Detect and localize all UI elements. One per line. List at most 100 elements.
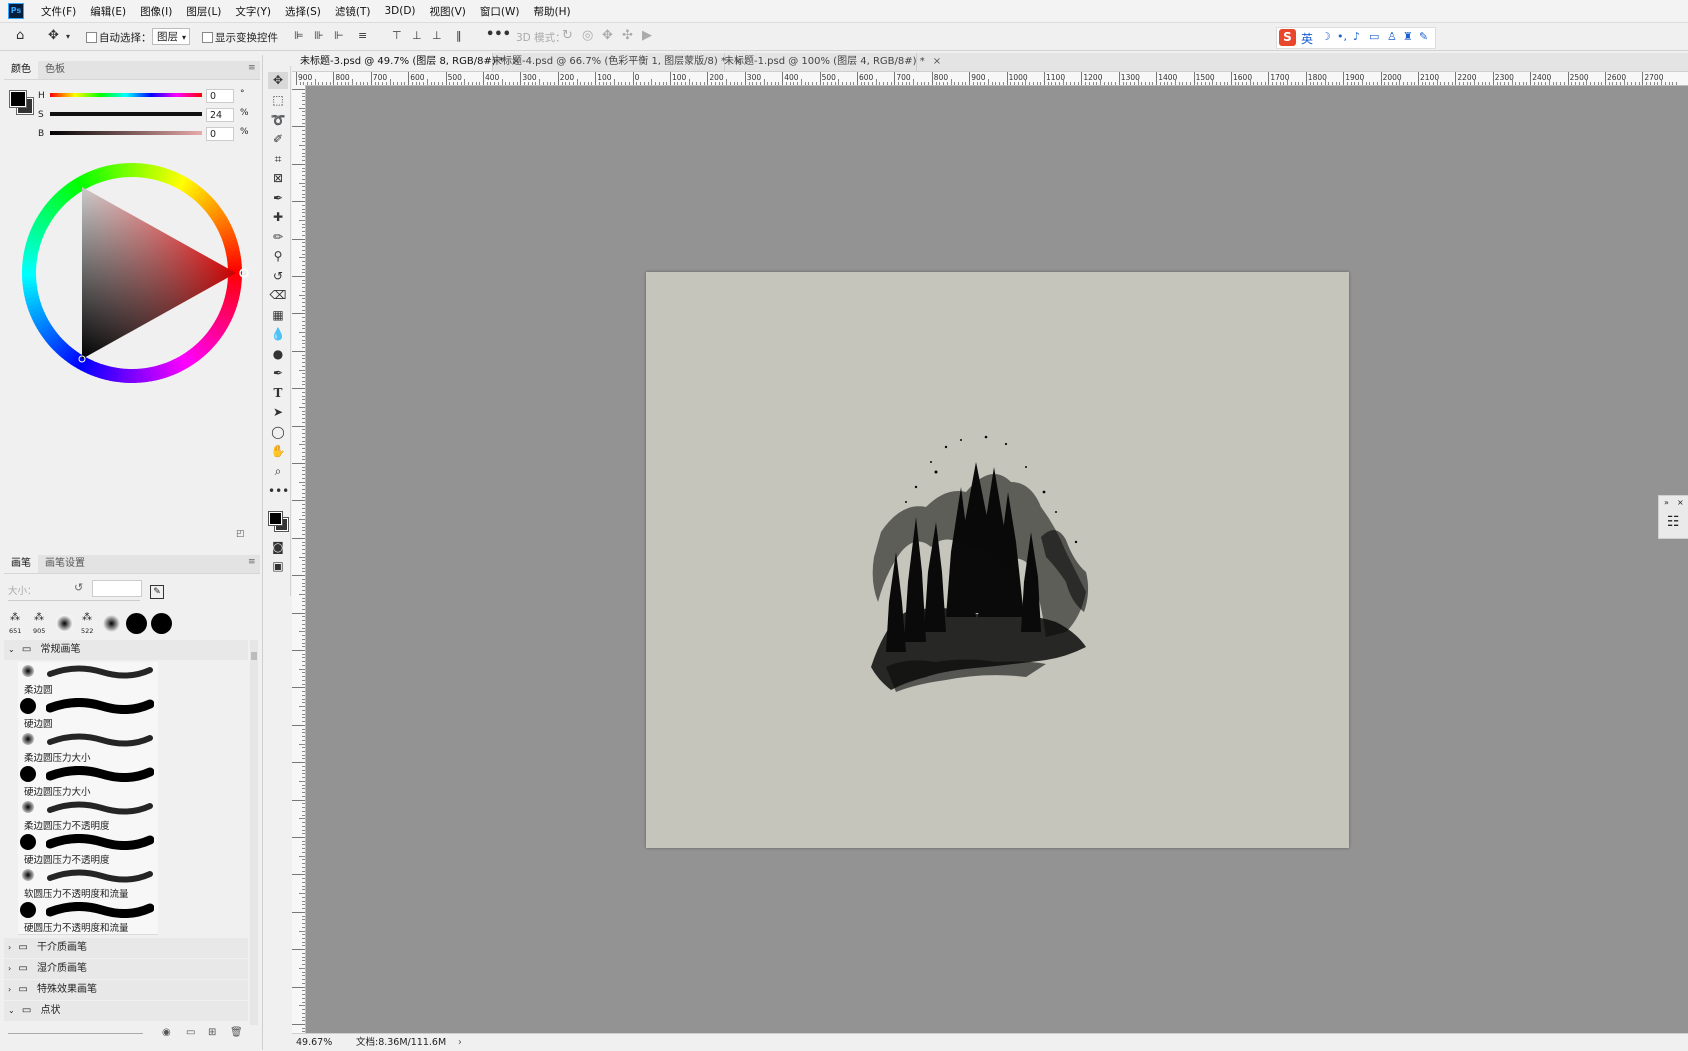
brush-preset[interactable]: ⁂ 651 bbox=[6, 612, 28, 636]
path-select-icon[interactable]: ➤ bbox=[268, 404, 288, 421]
foreground-color-swatch[interactable] bbox=[268, 511, 283, 526]
eye-icon[interactable]: ◉ bbox=[162, 1027, 171, 1038]
brush-size-input[interactable] bbox=[92, 580, 142, 597]
properties-icon[interactable]: ☷ bbox=[1667, 514, 1680, 530]
ellipse-tool-icon[interactable]: ◯ bbox=[268, 424, 288, 441]
more-tools-icon[interactable]: ••• bbox=[268, 483, 289, 500]
show-transform-checkbox[interactable] bbox=[202, 32, 213, 43]
frame-tool-icon[interactable]: ⊠ bbox=[268, 170, 288, 187]
align-center-icon[interactable]: ⊪ bbox=[314, 28, 324, 44]
brush-group-dots[interactable]: ⌄ ▭ 点状 bbox=[4, 1001, 248, 1021]
brush-group-general[interactable]: ⌄ ▭ 常规画笔 bbox=[4, 640, 248, 660]
size-slider[interactable] bbox=[8, 600, 140, 601]
brush-preset[interactable]: ⁂ 522 bbox=[78, 612, 100, 636]
brush-preset[interactable] bbox=[103, 615, 120, 632]
tab-brushes[interactable]: 画笔 bbox=[4, 555, 38, 573]
brush-soft-round-pressure-opacity[interactable]: 柔边圆压力不透明度 bbox=[18, 798, 158, 833]
gradient-tool-icon[interactable]: ▦ bbox=[268, 307, 288, 324]
crop-tool-icon[interactable]: ⌗ bbox=[268, 151, 288, 168]
close-icon[interactable]: × bbox=[933, 56, 941, 67]
brightness-slider[interactable] bbox=[50, 131, 202, 135]
doc-tab-3[interactable]: 未标题-1.psd @ 100% (图层 4, RGB/8#) * × bbox=[716, 53, 941, 71]
home-icon[interactable]: ⌂ bbox=[16, 28, 24, 44]
close-icon[interactable]: × bbox=[1677, 498, 1684, 507]
brush-soft-round-opacity-flow[interactable]: 软圆压力不透明度和流量 bbox=[18, 866, 158, 901]
chevron-down-icon[interactable]: ▾ bbox=[66, 29, 70, 45]
menu-help[interactable]: 帮助(H) bbox=[527, 4, 578, 19]
menu-file[interactable]: 文件(F) bbox=[34, 4, 83, 19]
pen-tool-icon[interactable]: ✒ bbox=[268, 365, 288, 382]
tab-swatches[interactable]: 色板 bbox=[38, 61, 72, 79]
align-middle-icon[interactable]: ⊥ bbox=[412, 28, 422, 44]
menu-edit[interactable]: 编辑(E) bbox=[83, 4, 133, 19]
panel-menu-icon[interactable]: ≡ bbox=[248, 557, 256, 567]
layer-select-dropdown[interactable]: 图层 ▾ bbox=[152, 28, 190, 45]
stamp-tool-icon[interactable]: ⚲ bbox=[268, 248, 288, 265]
expand-icon[interactable]: » bbox=[1664, 498, 1669, 507]
trash-icon[interactable]: 🗑 bbox=[230, 1027, 243, 1038]
moon-icon[interactable]: ☽ bbox=[1321, 30, 1331, 43]
quick-mask-icon[interactable]: ◙ bbox=[268, 539, 288, 556]
hand-tool-icon[interactable]: ✋ bbox=[268, 443, 288, 460]
sogou-logo-icon[interactable]: S bbox=[1279, 29, 1296, 46]
menu-layer[interactable]: 图层(L) bbox=[179, 4, 228, 19]
brush-soft-round[interactable]: 柔边圆 bbox=[18, 662, 158, 697]
panel-menu-icon[interactable]: ≡ bbox=[248, 63, 256, 73]
ime-lang-icon[interactable]: 英 bbox=[1301, 30, 1313, 47]
hue-value[interactable]: 0 bbox=[206, 89, 234, 103]
new-brush-icon[interactable]: ⊞ bbox=[208, 1027, 216, 1038]
align-left-icon[interactable]: ⊫ bbox=[294, 28, 304, 44]
zoom-tool-icon[interactable]: ⌕ bbox=[268, 463, 288, 480]
preview-size-slider[interactable] bbox=[8, 1033, 143, 1034]
folder-icon[interactable]: ▭ bbox=[186, 1027, 195, 1038]
brush-hard-round-opacity-flow[interactable]: 硬圆压力不透明度和流量 bbox=[18, 900, 158, 935]
dodge-tool-icon[interactable]: ● bbox=[268, 346, 288, 363]
brush-list-scrollbar[interactable] bbox=[250, 640, 258, 1025]
menu-view[interactable]: 视图(V) bbox=[423, 4, 473, 19]
distribute-vertical-icon[interactable]: ‖ bbox=[456, 28, 462, 44]
menu-select[interactable]: 选择(S) bbox=[278, 4, 328, 19]
resize-icon[interactable]: ◰ bbox=[236, 529, 245, 539]
punct-icon[interactable]: •, bbox=[1337, 30, 1347, 43]
reset-icon[interactable]: ↺ bbox=[74, 581, 83, 594]
align-bottom-icon[interactable]: ⊥ bbox=[432, 28, 442, 44]
eyedropper-icon[interactable]: ✒ bbox=[268, 190, 288, 207]
user-icon[interactable]: ♙ bbox=[1387, 30, 1397, 43]
quick-select-icon[interactable]: ✐ bbox=[268, 131, 288, 148]
doc-tab-2[interactable]: 未标题-4.psd @ 66.7% (色彩平衡 1, 图层蒙版/8) * × bbox=[484, 53, 742, 71]
brush-group-dry[interactable]: › ▭ 干介质画笔 bbox=[4, 938, 248, 958]
brush-tool-icon[interactable]: ✏ bbox=[268, 229, 288, 246]
marquee-tool-icon[interactable]: ⬚ bbox=[268, 92, 288, 109]
tab-color[interactable]: 颜色 bbox=[4, 61, 38, 79]
move-tool-icon[interactable]: ✥ bbox=[48, 28, 59, 44]
menu-window[interactable]: 窗口(W) bbox=[473, 4, 527, 19]
keyboard-icon[interactable]: ▭ bbox=[1369, 30, 1379, 43]
mic-icon[interactable]: ♪ bbox=[1353, 30, 1360, 43]
zoom-level[interactable]: 49.67% bbox=[296, 1034, 332, 1051]
foreground-color-swatch[interactable] bbox=[9, 90, 27, 108]
align-right-icon[interactable]: ⊩ bbox=[334, 28, 344, 44]
new-brush-icon[interactable]: ✎ bbox=[150, 585, 164, 599]
menu-3d[interactable]: 3D(D) bbox=[377, 5, 422, 17]
brush-preset[interactable]: ⁂ 905 bbox=[30, 612, 52, 636]
menu-image[interactable]: 图像(I) bbox=[133, 4, 179, 19]
auto-select-checkbox[interactable] bbox=[86, 32, 97, 43]
brush-hard-round-pressure-size[interactable]: 硬边圆压力大小 bbox=[18, 764, 158, 799]
color-wheel[interactable] bbox=[12, 153, 252, 393]
brush-preset[interactable] bbox=[151, 613, 172, 634]
scrollbar-thumb[interactable] bbox=[251, 652, 257, 660]
brightness-value[interactable]: 0 bbox=[206, 127, 234, 141]
menu-filter[interactable]: 滤镜(T) bbox=[328, 4, 378, 19]
saturation-value[interactable]: 24 bbox=[206, 108, 234, 122]
brush-group-wet[interactable]: › ▭ 湿介质画笔 bbox=[4, 959, 248, 979]
chevron-right-icon[interactable]: › bbox=[458, 1034, 462, 1051]
move-tool-icon[interactable]: ✥ bbox=[268, 72, 288, 89]
screen-mode-icon[interactable]: ▣ bbox=[268, 558, 288, 575]
brush-hard-round[interactable]: 硬边圆 bbox=[18, 696, 158, 731]
eraser-tool-icon[interactable]: ⌫ bbox=[268, 287, 288, 304]
history-brush-icon[interactable]: ↺ bbox=[268, 268, 288, 285]
saturation-slider[interactable] bbox=[50, 112, 202, 116]
brush-preset[interactable] bbox=[56, 615, 73, 632]
hue-slider[interactable] bbox=[50, 93, 202, 97]
tab-brush-settings[interactable]: 画笔设置 bbox=[38, 555, 92, 573]
